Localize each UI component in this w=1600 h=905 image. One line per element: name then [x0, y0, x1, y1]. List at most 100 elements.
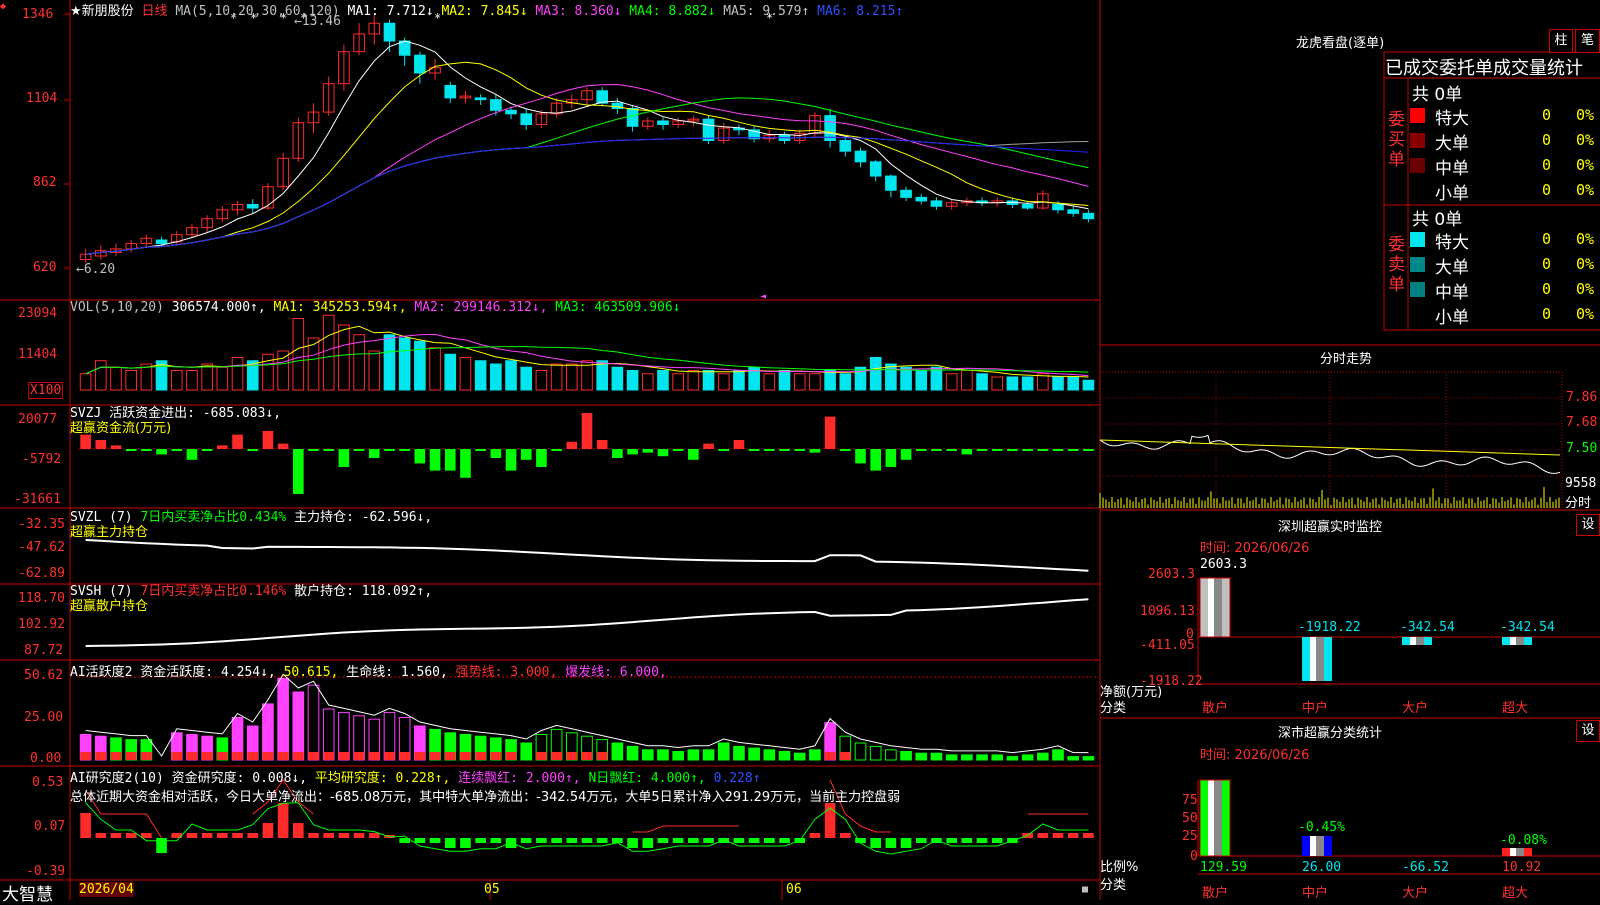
sz-class-settings-button[interactable]: 设 [1576, 720, 1600, 742]
trade-stat-tab[interactable]: 已成交委托单成交量统计 [1385, 54, 1583, 80]
candle-body [1067, 209, 1080, 214]
volume-bar [110, 366, 122, 391]
date-label: 2026/04 [79, 882, 134, 897]
flow-bar [931, 449, 942, 451]
price-pane[interactable]: * * * * * * [79, 11, 1095, 264]
sz-class-cat: 散户 [1202, 886, 1229, 901]
volume-bar [976, 373, 988, 391]
sz-cat: 超大 [1502, 701, 1529, 716]
svsh-legend: SVSH (7) 7日内买卖净占比0.146% 散户持仓: 118.092↑, … [70, 584, 432, 614]
order-color-swatch [1410, 108, 1425, 123]
activity-bar [869, 745, 882, 761]
svsh-axis-label: 87.72 [24, 643, 64, 658]
svzl-axis-label: -47.62 [18, 540, 65, 555]
flow-bar [156, 449, 167, 455]
flow-bar [794, 449, 806, 451]
vol-axis-label: 11404 [18, 347, 58, 362]
intraday-avg-line [1099, 439, 1561, 456]
activity-bar [809, 749, 821, 761]
ai1-legend-d: 强势线: 3.000, [455, 665, 558, 680]
volume-bar [793, 373, 806, 391]
bar-3d-shade [1316, 637, 1324, 681]
tick-view-button[interactable]: 笔 [1575, 29, 1600, 53]
research-bar [217, 833, 228, 838]
activity-base [201, 752, 213, 760]
activity-base [80, 752, 91, 760]
flow-bar [323, 449, 335, 451]
activity-bar [687, 749, 700, 761]
svzl-legend: SVZL (7) 7日内买卖净占比0.434% 主力持仓: -62.596↓, … [70, 510, 432, 540]
date-label: 05 [484, 882, 500, 897]
candle-body [414, 54, 426, 74]
research-bar [536, 838, 547, 843]
volume-bar [961, 370, 973, 391]
candle-body [398, 40, 411, 56]
flow-bar [292, 449, 304, 494]
stock-name[interactable]: ★新朋股份 [70, 4, 134, 19]
svzl-axis-label: -32.35 [18, 517, 65, 532]
right-panel-graphics [1099, 51, 1600, 875]
flow-bar [627, 449, 638, 455]
sz-class-val: 26.00 [1302, 860, 1342, 875]
svzj-axis-label: -5792 [22, 452, 62, 467]
flow-bar [247, 449, 259, 451]
volume-bar [398, 337, 411, 391]
flow-bar [688, 449, 699, 460]
price-axis-label: 1346 [22, 7, 54, 22]
bar-3d-shade [1516, 637, 1524, 645]
flow-bar [1007, 449, 1018, 451]
bar-3d-highlight [1410, 637, 1416, 645]
intraday-axis-label: 7.68 [1566, 415, 1598, 430]
volume-bar [702, 370, 715, 391]
research-bar [80, 813, 91, 838]
flow-bar [855, 449, 866, 464]
research-bar [915, 838, 927, 843]
research-bar [232, 833, 243, 838]
activity-bar [1067, 756, 1080, 761]
activity-base [141, 752, 152, 760]
brand-label: 大智慧 [2, 885, 53, 905]
order-color-swatch [1410, 257, 1425, 272]
menu-icon[interactable]: ◆ [0, 1, 6, 12]
activity-bar [915, 752, 928, 761]
flow-bar [672, 449, 684, 451]
order-color-swatch [1410, 158, 1425, 173]
volume-bar [1021, 376, 1034, 391]
volume-bar [474, 360, 487, 391]
price-legend: ◆ ★新朋股份 日线 MA(5,10,20,30,60,120) MA1: 7.… [0, 0, 903, 19]
svzl-pane[interactable] [85, 539, 1089, 572]
volume-bar [79, 373, 92, 391]
flow-bar [748, 449, 760, 451]
volume-bar [945, 373, 958, 391]
volume-bar [717, 373, 730, 391]
activity-bar [748, 747, 760, 761]
intraday-axis-label: 7.50 [1566, 441, 1598, 456]
svzl-axis-label: -62.89 [18, 566, 65, 581]
research-bar [566, 838, 578, 843]
candle-body [854, 150, 867, 163]
volume-bar [170, 370, 183, 391]
volume-bar [1067, 376, 1080, 391]
cursor-marker: ◄ [760, 291, 766, 302]
intraday-axis-label: 9558 [1565, 476, 1597, 491]
flow-bar [809, 449, 821, 453]
flow-bar [110, 445, 122, 449]
flow-bar [201, 449, 213, 451]
ai-activity-pane[interactable] [78, 673, 1096, 761]
flow-bar [429, 449, 441, 471]
research-bar [1067, 833, 1079, 838]
column-view-button[interactable]: 柱 [1549, 29, 1573, 53]
activity-bar [961, 754, 973, 761]
order-color-swatch [1410, 282, 1425, 297]
flow-bar [95, 440, 107, 449]
activity-base [308, 752, 319, 760]
order-type-label: 特大 [1435, 109, 1469, 129]
buy-side-label: 委买单 [1388, 110, 1405, 170]
activity-bar [626, 745, 639, 761]
period-label[interactable]: 日线 [141, 4, 167, 19]
lock-icon[interactable]: ■ [1082, 884, 1088, 895]
kline-chart-area[interactable]: * * * * * * ◄ [0, 0, 1600, 900]
volume-bar [824, 370, 836, 391]
ai1-legend-a: AI活跃度2 资金活跃度: 4.254↓, [70, 665, 276, 680]
sz-monitor-settings-button[interactable]: 设 [1576, 514, 1600, 536]
